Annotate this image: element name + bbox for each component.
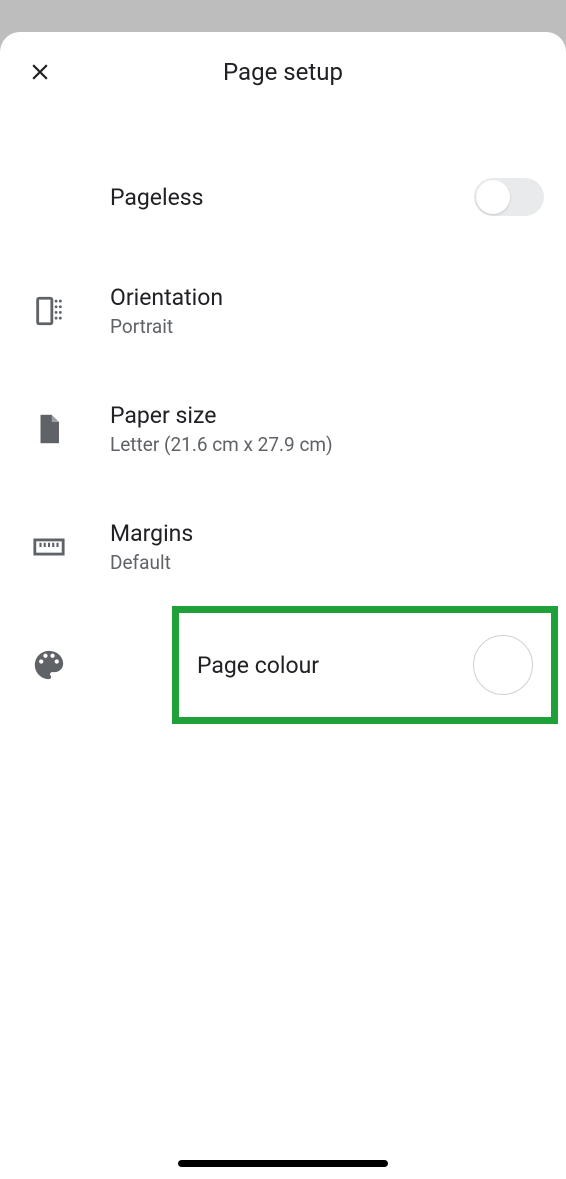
toggle-knob	[476, 180, 510, 214]
pageless-toggle[interactable]	[474, 178, 544, 216]
close-button[interactable]	[20, 52, 60, 92]
settings-list: Pageless	[0, 112, 566, 724]
orientation-icon	[32, 294, 66, 328]
page-colour-highlight: Page colour	[172, 606, 558, 724]
margins-row[interactable]: Margins Default	[0, 488, 566, 606]
page-setup-sheet: Page setup Pageless	[0, 32, 566, 1179]
page-colour-swatch[interactable]	[473, 635, 533, 695]
margins-icon	[32, 530, 66, 564]
paper-size-row[interactable]: Paper size Letter (21.6 cm x 27.9 cm)	[0, 370, 566, 488]
paper-size-icon	[32, 412, 66, 446]
orientation-row[interactable]: Orientation Portrait	[0, 252, 566, 370]
home-indicator	[178, 1160, 388, 1167]
orientation-value: Portrait	[110, 315, 544, 338]
paper-size-label: Paper size	[110, 402, 544, 429]
sheet-title: Page setup	[0, 58, 566, 86]
pageless-row[interactable]: Pageless	[0, 142, 566, 252]
pageless-label: Pageless	[110, 184, 474, 211]
margins-label: Margins	[110, 520, 544, 547]
close-icon	[27, 59, 53, 85]
palette-icon	[32, 648, 66, 682]
page-colour-label: Page colour	[197, 652, 473, 679]
paper-size-value: Letter (21.6 cm x 27.9 cm)	[110, 433, 544, 456]
orientation-label: Orientation	[110, 284, 544, 311]
page-colour-row[interactable]: Page colour	[0, 606, 566, 724]
sheet-header: Page setup	[0, 32, 566, 112]
margins-value: Default	[110, 551, 544, 574]
